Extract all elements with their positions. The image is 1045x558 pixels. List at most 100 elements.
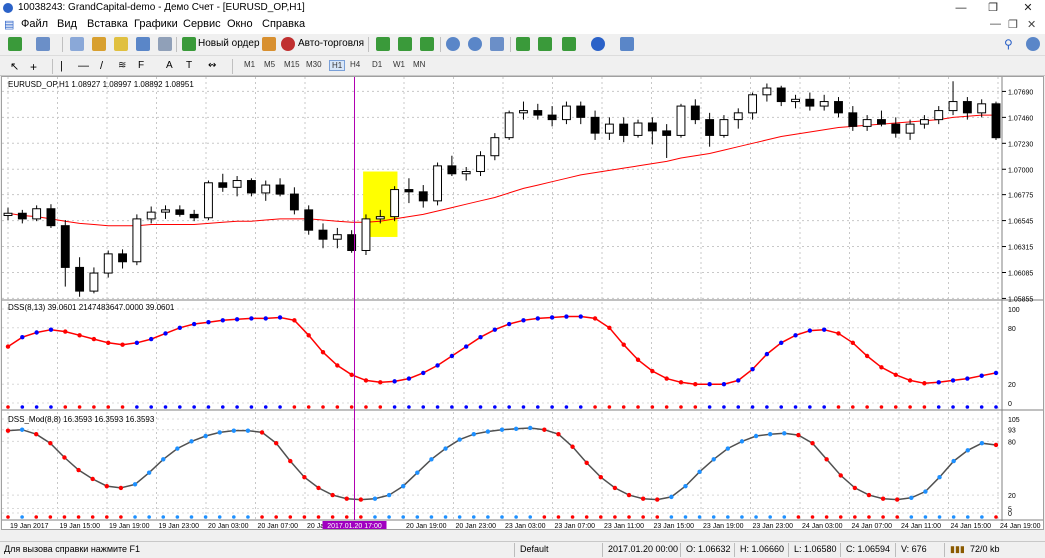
close-icon[interactable]: ✕ bbox=[1012, 0, 1044, 16]
candle-body bbox=[647, 122, 657, 132]
restore-icon[interactable]: ❐ bbox=[977, 0, 1009, 16]
metaeditor-icon[interactable] bbox=[262, 37, 276, 51]
chart-window-menu-icon[interactable]: ▤ bbox=[4, 18, 14, 31]
zoom-in-icon[interactable] bbox=[446, 37, 460, 51]
mdi-close-icon[interactable]: ✕ bbox=[1027, 18, 1036, 31]
status-volume: V: 676 bbox=[901, 544, 927, 554]
chat-icon[interactable] bbox=[1026, 37, 1040, 51]
fibonacci-icon[interactable]: F bbox=[138, 60, 144, 71]
dss-tick-label: 80 bbox=[1008, 326, 1016, 333]
dss-mod-signal-dot bbox=[457, 515, 462, 519]
terminal-icon[interactable] bbox=[136, 37, 150, 51]
candle-body bbox=[547, 114, 557, 121]
menu-insert[interactable]: Вставка bbox=[87, 18, 128, 30]
dss-signal-dot bbox=[349, 405, 354, 409]
bar-chart-icon[interactable] bbox=[376, 37, 390, 51]
status-close: C: 1.06594 bbox=[846, 544, 891, 554]
new-order-button[interactable]: Новый ордер bbox=[198, 38, 260, 49]
chart-canvas[interactable]: 1.07690 1.07460 1.07230 1.07000 1.06775 1.065… bbox=[2, 77, 1043, 529]
candle-body bbox=[447, 165, 457, 175]
timeframe-w1[interactable]: W1 bbox=[393, 60, 405, 69]
timeframe-m15[interactable]: M15 bbox=[284, 60, 300, 69]
candle-body bbox=[690, 105, 700, 121]
mdi-minimize-icon[interactable]: — bbox=[990, 18, 1001, 30]
minimize-icon[interactable]: — bbox=[945, 0, 977, 16]
tile-windows-icon[interactable] bbox=[490, 37, 504, 51]
menu-tools[interactable]: Сервис bbox=[183, 18, 221, 30]
horizontal-line-icon[interactable]: — bbox=[78, 60, 89, 72]
navigator-icon[interactable] bbox=[114, 37, 128, 51]
dss-point bbox=[592, 316, 598, 321]
timeframe-h4[interactable]: H4 bbox=[350, 60, 360, 69]
timeframe-m30[interactable]: M30 bbox=[306, 60, 322, 69]
dss-point bbox=[34, 330, 39, 335]
status-traffic: 72/0 kb bbox=[970, 544, 1000, 554]
strategy-tester-icon[interactable] bbox=[158, 37, 172, 51]
arrows-icon[interactable]: ↭ bbox=[208, 60, 216, 71]
search-icon[interactable]: ⚲ bbox=[1004, 37, 1018, 51]
dss-mod-point bbox=[895, 497, 900, 502]
crosshair-icon[interactable]: + bbox=[30, 60, 37, 74]
candle-body bbox=[146, 211, 156, 220]
vertical-line-icon[interactable]: | bbox=[60, 60, 63, 72]
chart-shift-icon[interactable] bbox=[538, 37, 552, 51]
menu-help[interactable]: Справка bbox=[262, 18, 305, 30]
timeframe-m1[interactable]: M1 bbox=[244, 60, 255, 69]
candlestick-chart-icon[interactable] bbox=[398, 37, 412, 51]
dss-mod-signal-dot bbox=[542, 515, 547, 519]
text-label-icon[interactable]: T bbox=[186, 60, 192, 71]
price-tick-label: 1.07230 bbox=[1008, 141, 1033, 148]
trendline-icon[interactable]: / bbox=[100, 60, 103, 72]
time-tick-label: 19 Jan 19:00 bbox=[109, 523, 150, 529]
status-profile[interactable]: Default bbox=[520, 544, 549, 554]
chart-window[interactable]: 1.07690 1.07460 1.07230 1.07000 1.06775 1.065… bbox=[1, 76, 1044, 530]
timeframe-mn[interactable]: MN bbox=[413, 60, 425, 69]
dss-mod-point bbox=[76, 467, 81, 473]
dss-signal-dot bbox=[120, 405, 125, 409]
dss-point bbox=[650, 368, 655, 374]
time-tick-label: 20 Jan 07:00 bbox=[258, 523, 299, 529]
auto-trading-button[interactable]: Авто-торговля bbox=[298, 38, 364, 49]
dss-mod-point bbox=[19, 427, 25, 432]
timeframe-h1[interactable]: H1 bbox=[329, 60, 346, 71]
dss-mod-point bbox=[824, 457, 829, 462]
new-order-icon[interactable] bbox=[182, 37, 196, 51]
dss-mod-point bbox=[372, 496, 378, 501]
periods-icon[interactable] bbox=[591, 37, 605, 51]
auto-trading-icon[interactable] bbox=[281, 37, 295, 51]
auto-scroll-icon[interactable] bbox=[516, 37, 530, 51]
dss-mod-signal-dot bbox=[768, 515, 772, 519]
dss-mod-point bbox=[415, 470, 420, 475]
dss-point bbox=[277, 315, 283, 320]
market-watch-icon[interactable] bbox=[70, 37, 84, 51]
menu-file[interactable]: Файл bbox=[21, 18, 48, 30]
candle-body bbox=[662, 130, 672, 136]
candle-body bbox=[762, 87, 772, 96]
text-tool-icon[interactable]: A bbox=[166, 60, 173, 71]
profiles-icon[interactable] bbox=[36, 37, 50, 51]
channel-icon[interactable]: ≋ bbox=[118, 60, 126, 71]
templates-icon[interactable] bbox=[620, 37, 634, 51]
zoom-out-icon[interactable] bbox=[468, 37, 482, 51]
cursor-icon[interactable]: ↖ bbox=[10, 60, 19, 73]
mdi-restore-icon[interactable]: ❐ bbox=[1008, 18, 1018, 31]
dss-signal-dot bbox=[464, 405, 469, 409]
indicators-icon[interactable] bbox=[562, 37, 576, 51]
dss-mod-signal-dot bbox=[726, 515, 730, 519]
candle-body bbox=[905, 123, 915, 134]
menu-charts[interactable]: Графики bbox=[134, 18, 178, 30]
new-chart-icon[interactable] bbox=[8, 37, 22, 51]
menu-view[interactable]: Вид bbox=[57, 18, 77, 30]
menu-window[interactable]: Окно bbox=[227, 18, 253, 30]
dss-point bbox=[120, 342, 125, 347]
candle-body bbox=[204, 182, 213, 219]
timeframe-d1[interactable]: D1 bbox=[372, 60, 382, 69]
dss-mod-signal-dot bbox=[853, 515, 857, 519]
time-tick-label: 23 Jan 23:00 bbox=[753, 523, 794, 529]
dss-mod-point bbox=[104, 483, 110, 489]
status-datetime: 2017.01.20 00:00 bbox=[608, 544, 679, 554]
timeframe-m5[interactable]: M5 bbox=[264, 60, 275, 69]
line-chart-icon[interactable] bbox=[420, 37, 434, 51]
dss-mod-point bbox=[429, 457, 434, 462]
data-window-icon[interactable] bbox=[92, 37, 106, 51]
